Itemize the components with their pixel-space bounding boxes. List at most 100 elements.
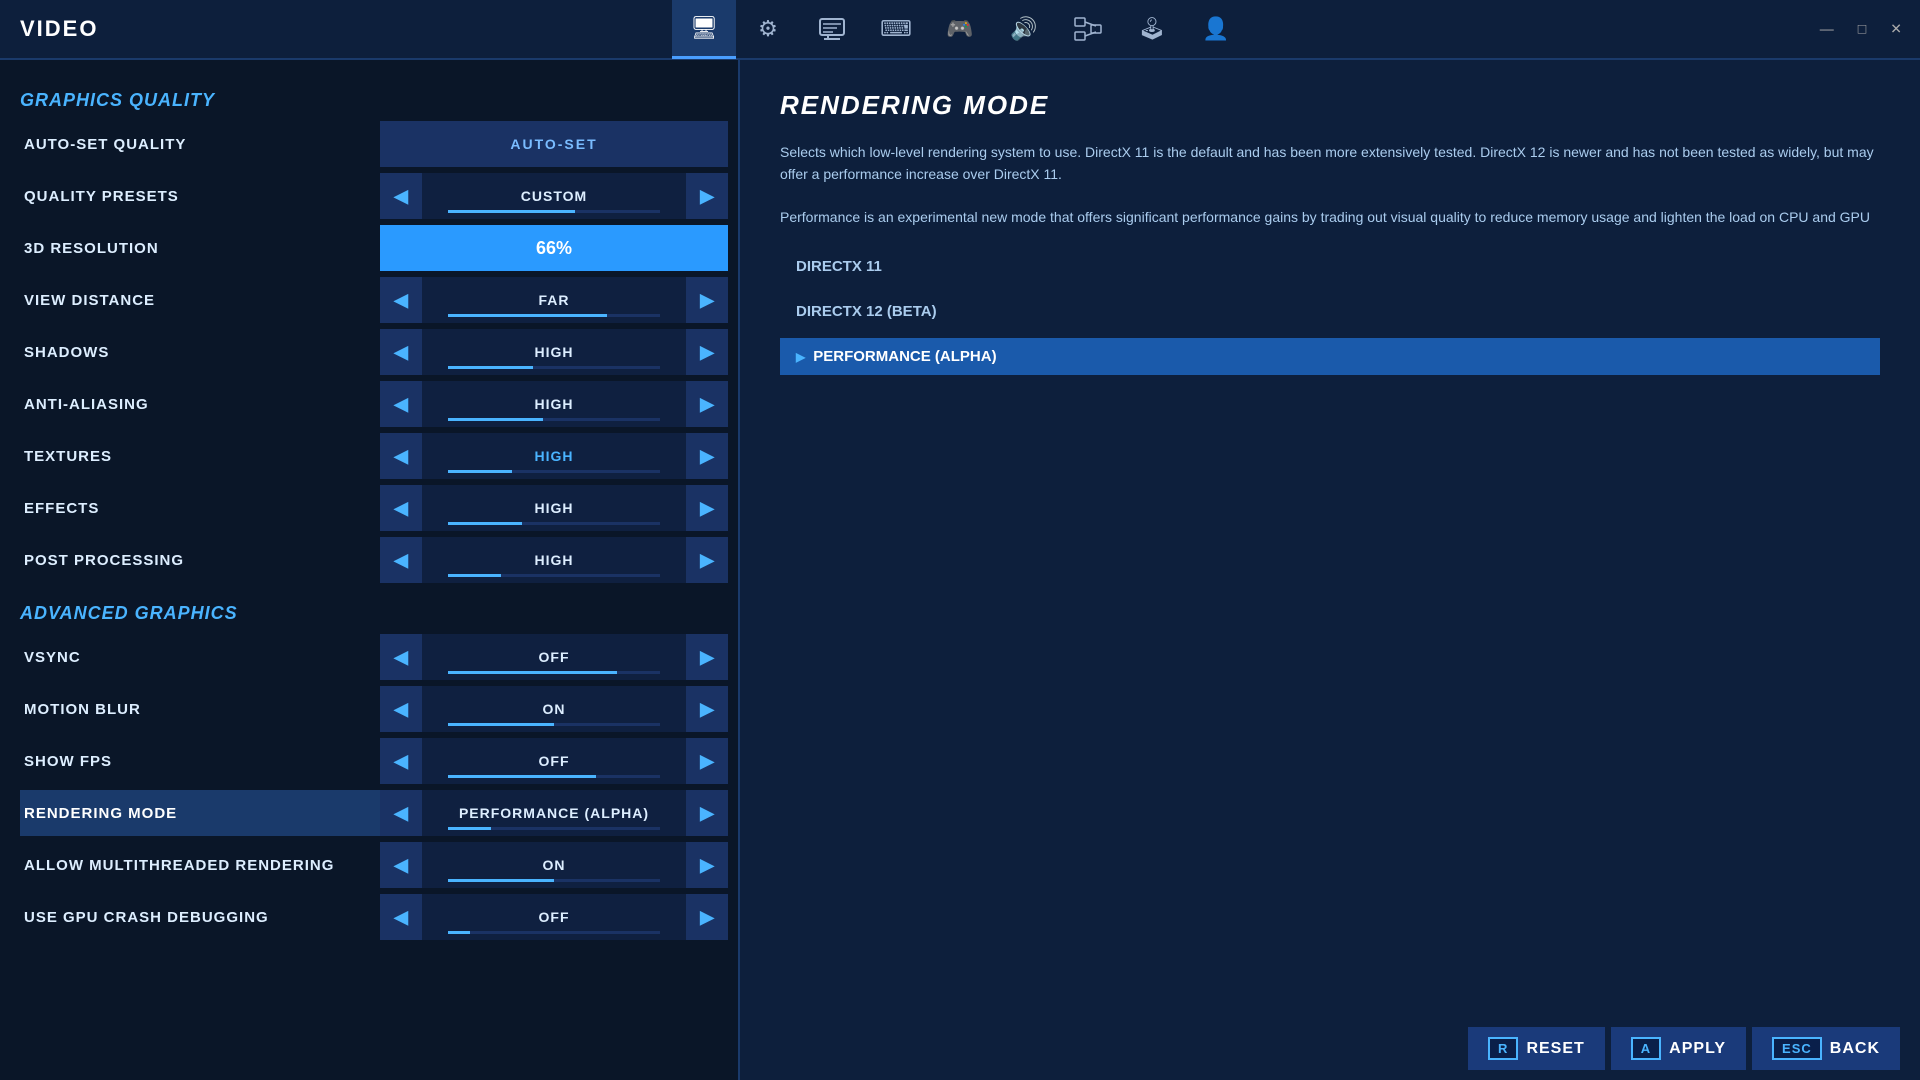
setting-motion-blur: MOTION BLUR ◀ ON ▶ <box>20 686 728 732</box>
rendering-options-list: DIRECTX 11 DIRECTX 12 (BETA) ▶ PERFORMAN… <box>780 248 1880 375</box>
use-gpu-crash-next[interactable]: ▶ <box>686 894 728 940</box>
nav-icon-controller2[interactable]: 🎮 <box>928 0 992 59</box>
main-content: GRAPHICS QUALITY AUTO-SET QUALITY AUTO-S… <box>0 60 1920 1080</box>
vsync-value: OFF <box>422 634 686 680</box>
control-allow-multithreaded: ◀ ON ▶ <box>380 842 728 888</box>
nav-icon-display[interactable] <box>800 0 864 59</box>
label-shadows: SHADOWS <box>20 344 380 361</box>
option-performance-alpha[interactable]: ▶ PERFORMANCE (ALPHA) <box>780 338 1880 375</box>
setting-shadows: SHADOWS ◀ HIGH ▶ <box>20 329 728 375</box>
reset-key: R <box>1488 1037 1518 1060</box>
setting-textures: TEXTURES ◀ HIGH ▶ <box>20 433 728 479</box>
textures-next[interactable]: ▶ <box>686 433 728 479</box>
option-directx11[interactable]: DIRECTX 11 <box>780 248 1880 285</box>
control-anti-aliasing: ◀ HIGH ▶ <box>380 381 728 427</box>
show-fps-prev[interactable]: ◀ <box>380 738 422 784</box>
motion-blur-next[interactable]: ▶ <box>686 686 728 732</box>
label-vsync: VSYNC <box>20 649 380 666</box>
nav-icon-audio[interactable]: 🔊 <box>992 0 1056 59</box>
rendering-mode-next[interactable]: ▶ <box>686 790 728 836</box>
show-fps-next[interactable]: ▶ <box>686 738 728 784</box>
post-processing-prev[interactable]: ◀ <box>380 537 422 583</box>
shadows-value: HIGH <box>422 329 686 375</box>
textures-prev[interactable]: ◀ <box>380 433 422 479</box>
setting-view-distance: VIEW DISTANCE ◀ FAR ▶ <box>20 277 728 323</box>
option-label-directx11: DIRECTX 11 <box>796 258 882 275</box>
nav-icon-monitor[interactable]: 🖥 <box>672 0 736 59</box>
show-fps-value: OFF <box>422 738 686 784</box>
vsync-prev[interactable]: ◀ <box>380 634 422 680</box>
control-shadows: ◀ HIGH ▶ <box>380 329 728 375</box>
close-button[interactable]: ✕ <box>1882 19 1910 40</box>
control-show-fps: ◀ OFF ▶ <box>380 738 728 784</box>
nav-icon-network[interactable] <box>1056 0 1120 59</box>
setting-allow-multithreaded: ALLOW MULTITHREADED RENDERING ◀ ON ▶ <box>20 842 728 888</box>
reset-button[interactable]: R RESET <box>1468 1027 1605 1070</box>
rendering-mode-value: PERFORMANCE (ALPHA) <box>422 790 686 836</box>
nav-icon-gear[interactable]: ⚙ <box>736 0 800 59</box>
post-processing-next[interactable]: ▶ <box>686 537 728 583</box>
effects-prev[interactable]: ◀ <box>380 485 422 531</box>
effects-next[interactable]: ▶ <box>686 485 728 531</box>
maximize-button[interactable]: □ <box>1850 19 1874 40</box>
vsync-next[interactable]: ▶ <box>686 634 728 680</box>
apply-button[interactable]: A APPLY <box>1611 1027 1746 1070</box>
resolution-value: 66% <box>380 225 728 271</box>
section-title-graphics-quality: GRAPHICS QUALITY <box>20 90 728 111</box>
allow-multithreaded-prev[interactable]: ◀ <box>380 842 422 888</box>
label-effects: EFFECTS <box>20 500 380 517</box>
section-title-advanced-graphics: ADVANCED GRAPHICS <box>20 603 728 624</box>
nav-icon-game[interactable]: 🕹 <box>1120 0 1184 59</box>
quality-presets-next[interactable]: ▶ <box>686 173 728 219</box>
header: VIDEO 🖥 ⚙ ⌨ 🎮 🔊 🕹 👤 — □ ✕ <box>0 0 1920 60</box>
settings-panel: GRAPHICS QUALITY AUTO-SET QUALITY AUTO-S… <box>0 60 740 1080</box>
motion-blur-prev[interactable]: ◀ <box>380 686 422 732</box>
setting-vsync: VSYNC ◀ OFF ▶ <box>20 634 728 680</box>
label-auto-set-quality: AUTO-SET QUALITY <box>20 136 380 153</box>
control-use-gpu-crash: ◀ OFF ▶ <box>380 894 728 940</box>
allow-multithreaded-value: ON <box>422 842 686 888</box>
nav-icon-keyboard[interactable]: ⌨ <box>864 0 928 59</box>
quality-presets-value: CUSTOM <box>422 173 686 219</box>
setting-show-fps: SHOW FPS ◀ OFF ▶ <box>20 738 728 784</box>
quality-presets-prev[interactable]: ◀ <box>380 173 422 219</box>
info-title: RENDERING MODE <box>780 90 1880 121</box>
option-directx12[interactable]: DIRECTX 12 (BETA) <box>780 293 1880 330</box>
control-textures: ◀ HIGH ▶ <box>380 433 728 479</box>
nav-icon-account[interactable]: 👤 <box>1184 0 1248 59</box>
page-title: VIDEO <box>20 16 98 42</box>
setting-anti-aliasing: ANTI-ALIASING ◀ HIGH ▶ <box>20 381 728 427</box>
shadows-next[interactable]: ▶ <box>686 329 728 375</box>
allow-multithreaded-next[interactable]: ▶ <box>686 842 728 888</box>
label-motion-blur: MOTION BLUR <box>20 701 380 718</box>
use-gpu-crash-value: OFF <box>422 894 686 940</box>
control-view-distance: ◀ FAR ▶ <box>380 277 728 323</box>
info-text-2: Performance is an experimental new mode … <box>780 206 1880 228</box>
label-show-fps: SHOW FPS <box>20 753 380 770</box>
shadows-prev[interactable]: ◀ <box>380 329 422 375</box>
effects-value: HIGH <box>422 485 686 531</box>
textures-value: HIGH <box>422 433 686 479</box>
setting-use-gpu-crash: USE GPU CRASH DEBUGGING ◀ OFF ▶ <box>20 894 728 940</box>
label-anti-aliasing: ANTI-ALIASING <box>20 396 380 413</box>
auto-set-button[interactable]: AUTO-SET <box>380 121 728 167</box>
apply-label: APPLY <box>1669 1040 1726 1058</box>
back-label: BACK <box>1830 1040 1880 1058</box>
anti-aliasing-next[interactable]: ▶ <box>686 381 728 427</box>
setting-auto-set-quality: AUTO-SET QUALITY AUTO-SET <box>20 121 728 167</box>
setting-rendering-mode[interactable]: RENDERING MODE ◀ PERFORMANCE (ALPHA) ▶ <box>20 790 728 836</box>
control-motion-blur: ◀ ON ▶ <box>380 686 728 732</box>
setting-effects: EFFECTS ◀ HIGH ▶ <box>20 485 728 531</box>
anti-aliasing-prev[interactable]: ◀ <box>380 381 422 427</box>
use-gpu-crash-prev[interactable]: ◀ <box>380 894 422 940</box>
back-button[interactable]: ESC BACK <box>1752 1027 1900 1070</box>
minimize-button[interactable]: — <box>1812 19 1842 40</box>
label-quality-presets: QUALITY PRESETS <box>20 188 380 205</box>
anti-aliasing-value: HIGH <box>422 381 686 427</box>
view-distance-prev[interactable]: ◀ <box>380 277 422 323</box>
view-distance-next[interactable]: ▶ <box>686 277 728 323</box>
rendering-mode-prev[interactable]: ◀ <box>380 790 422 836</box>
label-rendering-mode: RENDERING MODE <box>20 805 380 822</box>
info-text-1: Selects which low-level rendering system… <box>780 141 1880 186</box>
option-arrow-performance: ▶ <box>796 350 805 364</box>
